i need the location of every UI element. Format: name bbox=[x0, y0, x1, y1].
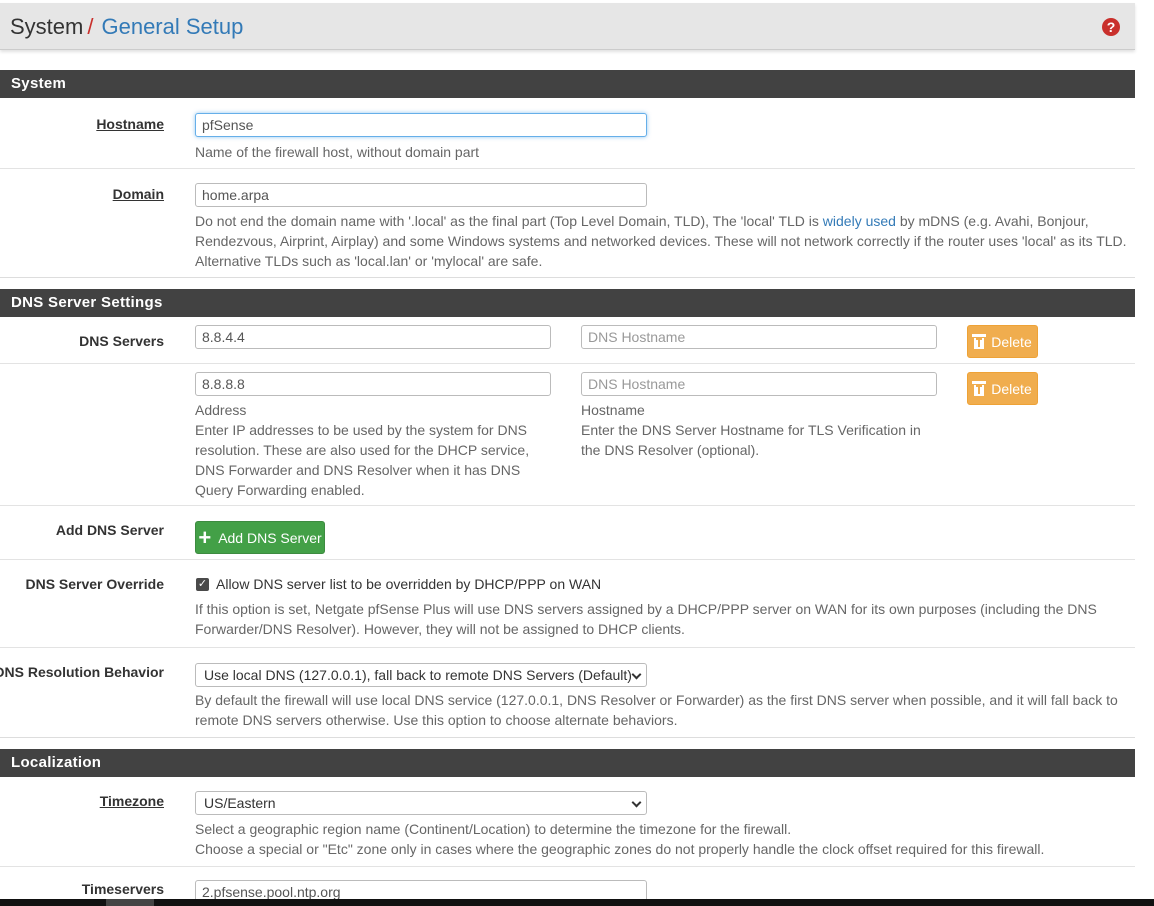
trash-icon bbox=[972, 381, 987, 396]
dns-server-1-delete-button[interactable]: Delete bbox=[967, 325, 1038, 358]
timezone-help-line1: Select a geographic region name (Contine… bbox=[195, 821, 792, 837]
dns-resolution-selected: Use local DNS (127.0.0.1), fall back to … bbox=[204, 667, 632, 683]
address-help: Address Enter IP addresses to be used by… bbox=[195, 400, 557, 500]
dns-servers-label: DNS Servers bbox=[79, 333, 164, 349]
dns-resolution-help: By default the firewall will use local D… bbox=[195, 692, 1118, 728]
hostname-row: Hostname Name of the firewall host, with… bbox=[0, 98, 1135, 169]
dns-server-1-address-input[interactable] bbox=[195, 325, 551, 349]
dns-panel-title: DNS Server Settings bbox=[0, 289, 1135, 317]
timeservers-row: Timeservers bbox=[0, 867, 1135, 904]
system-panel: System Hostname Name of the firewall hos… bbox=[0, 70, 1135, 278]
dns-panel: DNS Server Settings DNS Servers Delete D… bbox=[0, 289, 1135, 738]
domain-row: Domain Do not end the domain name with '… bbox=[0, 169, 1135, 278]
domain-help: Do not end the domain name with '.local'… bbox=[195, 211, 1130, 271]
widely-used-link[interactable]: widely used bbox=[823, 213, 896, 229]
address-help-title: Address bbox=[195, 402, 247, 418]
domain-label: Domain bbox=[112, 186, 164, 202]
dns-resolution-row: DNS Resolution Behavior Use local DNS (1… bbox=[0, 648, 1135, 738]
breadcrumb: System / General Setup ? bbox=[0, 3, 1135, 50]
add-dns-server-button-label: Add DNS Server bbox=[218, 529, 322, 546]
address-help-text: Enter IP addresses to be used by the sys… bbox=[195, 422, 530, 498]
dns-override-label: DNS Server Override bbox=[25, 576, 164, 592]
system-panel-title: System bbox=[0, 70, 1135, 98]
dns-server-row-1: DNS Servers Delete bbox=[0, 317, 1135, 364]
dns-server-row-2: Delete Address Enter IP addresses to be … bbox=[0, 364, 1135, 506]
delete-label: Delete bbox=[991, 333, 1032, 350]
breadcrumb-separator: / bbox=[87, 14, 94, 39]
dns-override-help: If this option is set, Netgate pfSense P… bbox=[195, 601, 1097, 637]
domain-input[interactable] bbox=[195, 183, 647, 207]
chevron-down-icon bbox=[631, 669, 642, 680]
localization-panel: Localization Timezone US/Eastern Select … bbox=[0, 749, 1135, 904]
localization-panel-title: Localization bbox=[0, 749, 1135, 777]
hostname-help-title: Hostname bbox=[581, 402, 645, 418]
hostname-help-text: Enter the DNS Server Hostname for TLS Ve… bbox=[581, 422, 921, 458]
dns-override-checkbox-label[interactable]: Allow DNS server list to be overridden b… bbox=[216, 576, 601, 592]
hostname-label: Hostname bbox=[96, 116, 164, 132]
help-icon[interactable]: ? bbox=[1102, 18, 1120, 36]
timeservers-label: Timeservers bbox=[81, 881, 164, 897]
timezone-selected: US/Eastern bbox=[204, 795, 276, 811]
horizontal-scrollbar[interactable] bbox=[0, 899, 1154, 906]
timezone-select[interactable]: US/Eastern bbox=[195, 791, 647, 815]
hostname-input[interactable] bbox=[195, 113, 647, 137]
dns-resolution-label: DNS Resolution Behavior bbox=[0, 664, 164, 680]
timezone-label: Timezone bbox=[99, 793, 164, 809]
chevron-down-icon bbox=[631, 797, 642, 808]
plus-icon: + bbox=[198, 524, 212, 550]
breadcrumb-root[interactable]: System bbox=[10, 14, 83, 39]
timezone-help: Select a geographic region name (Contine… bbox=[195, 819, 1130, 859]
dns-resolution-select[interactable]: Use local DNS (127.0.0.1), fall back to … bbox=[195, 663, 647, 687]
domain-help-text-pre: Do not end the domain name with '.local'… bbox=[195, 213, 823, 229]
delete-label: Delete bbox=[991, 380, 1032, 397]
dns-server-1-hostname-input[interactable] bbox=[581, 325, 937, 349]
dns-server-2-delete-button[interactable]: Delete bbox=[967, 372, 1038, 405]
dns-override-row: DNS Server Override ✓ Allow DNS server l… bbox=[0, 560, 1135, 648]
timezone-help-line2: Choose a special or "Etc" zone only in c… bbox=[195, 841, 1045, 857]
hostname-help-block: Hostname Enter the DNS Server Hostname f… bbox=[581, 400, 926, 460]
scrollbar-thumb[interactable] bbox=[106, 899, 154, 906]
timezone-row: Timezone US/Eastern Select a geographic … bbox=[0, 777, 1135, 867]
trash-icon bbox=[972, 334, 987, 349]
add-dns-server-label: Add DNS Server bbox=[55, 522, 164, 538]
dns-server-2-hostname-input[interactable] bbox=[581, 372, 937, 396]
page-title: System / General Setup bbox=[10, 14, 243, 40]
dns-server-2-address-input[interactable] bbox=[195, 372, 551, 396]
breadcrumb-current[interactable]: General Setup bbox=[101, 14, 243, 39]
add-dns-server-row: Add DNS Server + Add DNS Server bbox=[0, 506, 1135, 560]
hostname-help: Name of the firewall host, without domai… bbox=[195, 144, 480, 160]
dns-override-checkbox[interactable]: ✓ bbox=[196, 578, 209, 591]
add-dns-server-button[interactable]: + Add DNS Server bbox=[195, 521, 325, 554]
